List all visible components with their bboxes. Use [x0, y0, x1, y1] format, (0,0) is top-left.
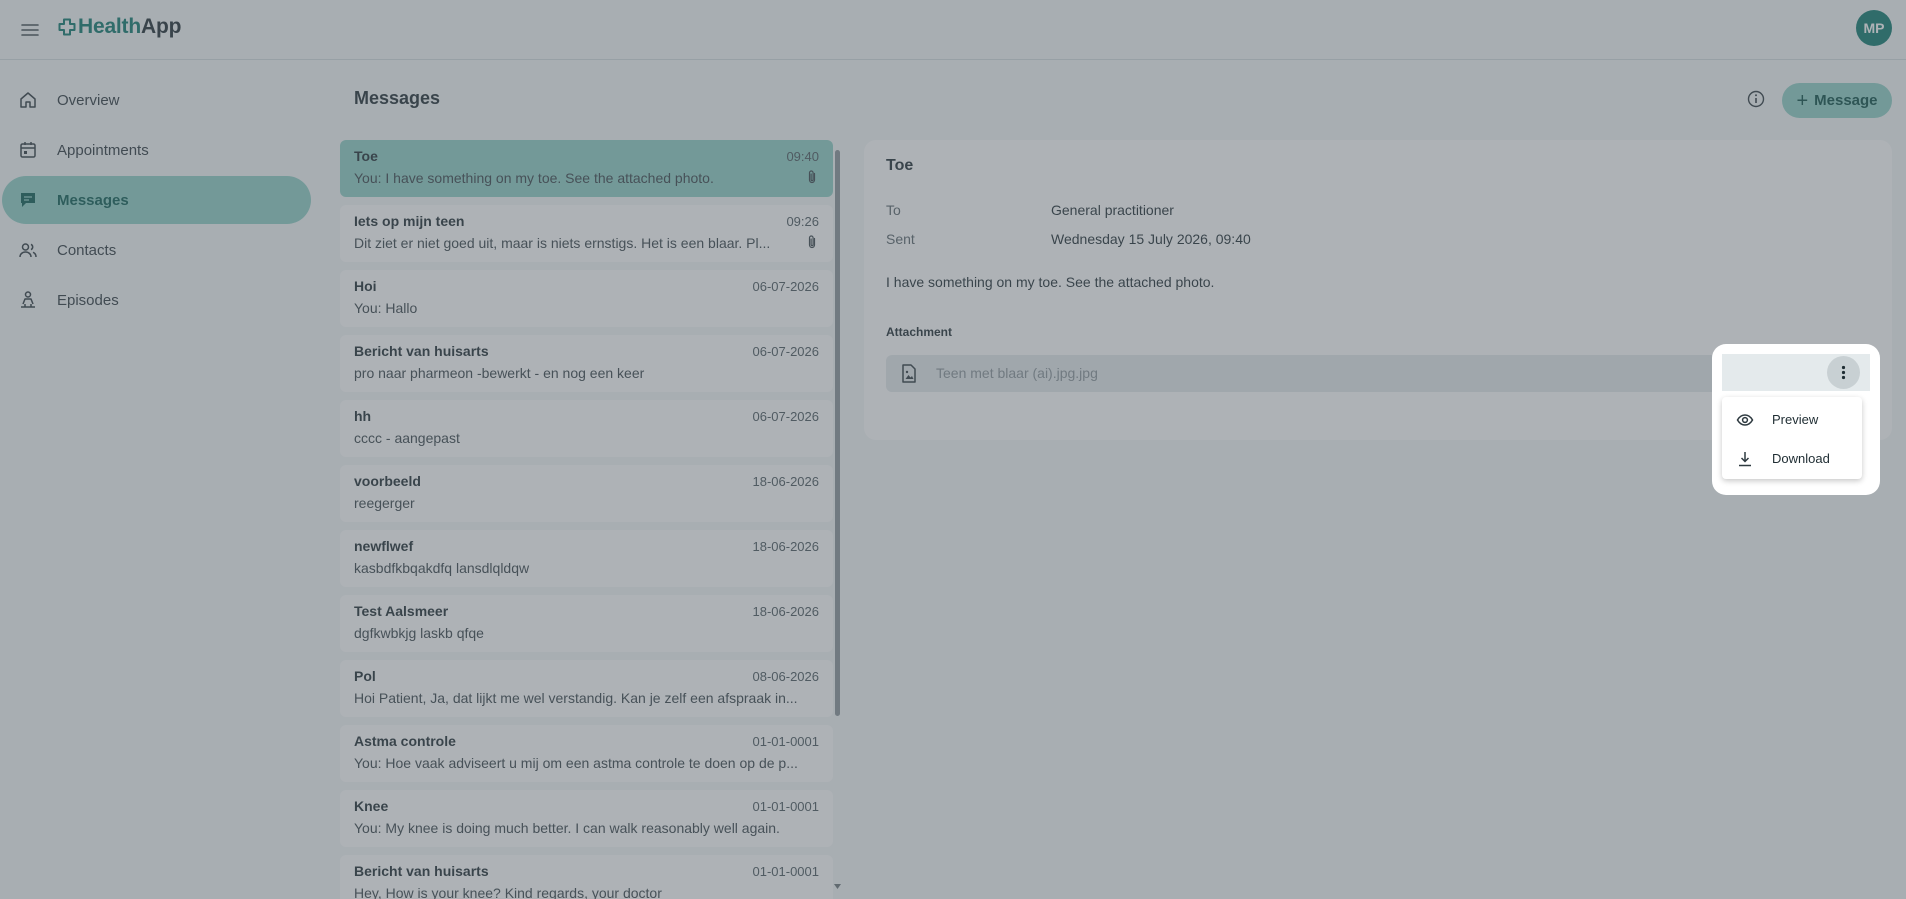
info-icon[interactable]: [1746, 89, 1766, 109]
message-item-preview: cccc - aangepast: [354, 430, 460, 446]
message-list-item[interactable]: Hoi 06-07-2026 You: Hallo: [340, 270, 833, 327]
scrollbar-thumb[interactable]: [835, 150, 840, 716]
sidebar-item-overview[interactable]: Overview: [2, 76, 311, 124]
kebab-icon: [1841, 365, 1846, 380]
sidebar-item-contacts[interactable]: Contacts: [2, 226, 311, 274]
message-item-preview: You: I have something on my toe. See the…: [354, 170, 714, 186]
message-item-date: 09:40: [786, 149, 819, 164]
sent-value: Wednesday 15 July 2026, 09:40: [1051, 231, 1251, 247]
top-bar: Health App MP: [0, 0, 1906, 60]
message-item-date: 09:26: [786, 214, 819, 229]
page-title: Messages: [354, 88, 441, 108]
eye-icon: [1736, 411, 1754, 429]
attachment-filename: Teen met blaar (ai).jpg.jpg: [936, 365, 1098, 381]
message-list-item[interactable]: Toe 09:40 You: I have something on my toe.…: [340, 140, 833, 197]
message-list-item[interactable]: newflwef 18-06-2026 kasbdfkbqakdfq lansdlq…: [340, 530, 833, 587]
calendar-icon: [18, 140, 38, 160]
to-value: General practitioner: [1051, 202, 1174, 218]
user-avatar[interactable]: MP: [1856, 10, 1892, 46]
paperclip-icon: [805, 169, 819, 185]
sidebar-item-label: Messages: [57, 191, 129, 209]
sidebar-item-label: Appointments: [57, 141, 149, 159]
message-item-preview: Hoi Patient, Ja, dat lijkt me wel versta…: [354, 690, 798, 706]
sidebar-item-messages[interactable]: Messages: [2, 176, 311, 224]
app-logo[interactable]: Health App: [58, 14, 181, 40]
sidebar-item-appointments[interactable]: Appointments: [2, 126, 311, 174]
message-item-subject: Hoi: [354, 278, 377, 294]
menu-item-label: Preview: [1772, 412, 1819, 427]
more-options-button[interactable]: [1827, 356, 1860, 389]
scroll-down-arrow-icon[interactable]: [834, 884, 841, 890]
message-item-subject: Toe: [354, 148, 378, 164]
message-item-date: 18-06-2026: [752, 604, 820, 619]
new-message-button[interactable]: + Message: [1782, 83, 1892, 118]
message-list-item[interactable]: Knee 01-01-0001 You: My knee is doing much…: [340, 790, 833, 847]
message-subject: Toe: [886, 157, 914, 174]
message-item-preview: kasbdfkbqakdfq lansdlqldqw: [354, 560, 530, 576]
sidebar-item-label: Episodes: [57, 291, 119, 309]
sidebar-item-label: Contacts: [57, 241, 117, 259]
message-item-subject: Bericht van huisarts: [354, 343, 489, 359]
message-list-item[interactable]: voorbeeld 18-06-2026 reegerger: [340, 465, 833, 522]
logo-cross-icon: [58, 18, 76, 36]
menu-toggle-icon[interactable]: [16, 16, 44, 44]
message-body: I have something on my toe. See the atta…: [886, 274, 1215, 290]
message-item-subject: Astma controle: [354, 733, 456, 749]
sidebar-item-episodes[interactable]: Episodes: [2, 276, 311, 324]
message-item-subject: Test Aalsmeer: [354, 603, 449, 619]
message-item-date: 01-01-0001: [752, 799, 820, 814]
message-item-date: 06-07-2026: [752, 409, 820, 424]
sidebar-item-label: Overview: [57, 91, 120, 109]
home-icon: [18, 90, 38, 110]
message-item-date: 01-01-0001: [752, 734, 820, 749]
message-list-item[interactable]: Pol 08-06-2026 Hoi Patient, Ja, dat lijkt …: [340, 660, 833, 717]
logo-text-app: App: [140, 15, 182, 38]
message-item-subject: voorbeeld: [354, 473, 421, 489]
new-message-label: Message: [1814, 92, 1878, 109]
plus-icon: +: [1796, 89, 1809, 112]
to-label: To: [886, 202, 901, 218]
message-item-preview: dgfkwbkjg laskb qfqe: [354, 625, 484, 641]
attachment-heading: Attachment: [886, 325, 953, 339]
message-item-date: 06-07-2026: [752, 344, 820, 359]
message-list-item[interactable]: Bericht van huisarts 01-01-0001 Hey, How i…: [340, 855, 833, 899]
paperclip-icon: [805, 234, 819, 250]
message-item-date: 08-06-2026: [752, 669, 820, 684]
sent-label: Sent: [886, 231, 915, 247]
download-icon: [1736, 450, 1754, 468]
menu-item-download[interactable]: Download: [1722, 442, 1862, 476]
message-item-preview: pro naar pharmeon -bewerkt - en nog een …: [354, 365, 645, 381]
message-item-subject: Pol: [354, 668, 376, 684]
menu-item-preview[interactable]: Preview: [1722, 403, 1862, 437]
message-item-subject: newflwef: [354, 538, 414, 554]
message-item-subject: hh: [354, 408, 372, 424]
menu-item-label: Download: [1772, 451, 1830, 466]
message-item-preview: reegerger: [354, 495, 415, 511]
attachment-options-menu: Preview Download: [1722, 397, 1862, 479]
people-icon: [18, 240, 38, 260]
message-list-item[interactable]: Iets op mijn teen 09:26 Dit ziet er niet g…: [340, 205, 833, 262]
message-item-subject: Bericht van huisarts: [354, 863, 489, 879]
message-item-date: 01-01-0001: [752, 864, 820, 879]
message-item-preview: You: My knee is doing much better. I can…: [354, 820, 780, 836]
message-list-item[interactable]: Bericht van huisarts 06-07-2026 pro naar p…: [340, 335, 833, 392]
message-item-subject: Iets op mijn teen: [354, 213, 465, 229]
logo-text-health: Health: [78, 15, 141, 38]
message-item-subject: Knee: [354, 798, 389, 814]
message-list: Toe 09:40 You: I have something on my toe.…: [340, 140, 833, 899]
image-file-icon: [900, 364, 918, 383]
message-item-date: 06-07-2026: [752, 279, 820, 294]
message-item-preview: You: Hoe vaak adviseert u mij om een ast…: [354, 755, 798, 771]
message-item-preview: Hey, How is your knee? Kind regards, you…: [354, 885, 662, 899]
message-item-date: 18-06-2026: [752, 474, 820, 489]
attachment-menu-spotlight: Preview Download: [1712, 344, 1880, 495]
message-list-item[interactable]: Test Aalsmeer 18-06-2026 dgfkwbkjg laskb q…: [340, 595, 833, 652]
message-item-date: 18-06-2026: [752, 539, 820, 554]
chat-icon: [18, 190, 38, 210]
message-list-item[interactable]: hh 06-07-2026 cccc - aangepast: [340, 400, 833, 457]
person-episode-icon: [18, 290, 38, 310]
message-item-preview: You: Hallo: [354, 300, 418, 316]
message-list-item[interactable]: Astma controle 01-01-0001 You: Hoe vaak ad…: [340, 725, 833, 782]
message-item-preview: Dit ziet er niet goed uit, maar is niets…: [354, 235, 771, 251]
